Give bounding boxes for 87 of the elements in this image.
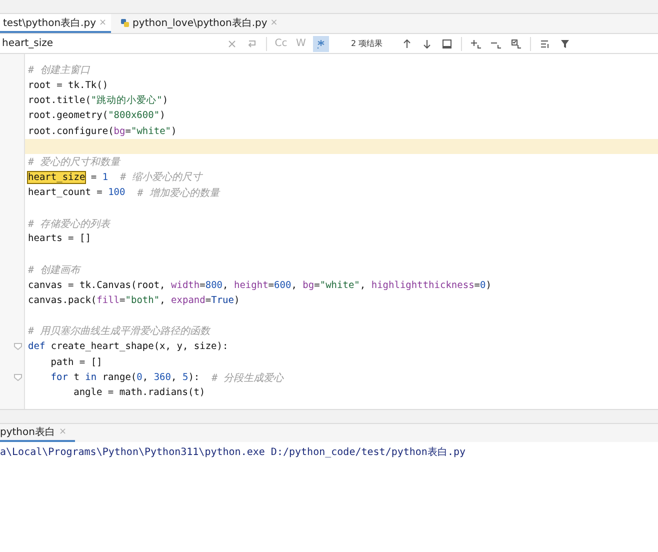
code-token: t: [72, 372, 80, 383]
code-token: 0: [136, 372, 142, 383]
code-token: ):: [188, 372, 200, 383]
code-comment: # 创建主窗口: [28, 64, 90, 77]
filter-icon: [560, 38, 570, 48]
code-token: ): [160, 110, 166, 122]
code-token: "both": [125, 295, 160, 306]
code-token: =: [200, 280, 206, 291]
code-token: expand: [171, 295, 206, 306]
code-token: ): [171, 126, 177, 137]
option-toggle[interactable]: Cc: [273, 36, 289, 52]
down-arrow-icon: [422, 38, 432, 48]
code-token: =: [90, 172, 98, 183]
code-token: hearts = []: [28, 233, 91, 244]
editor-tab[interactable]: python_love\python表白.py ×: [116, 14, 282, 33]
code-token: heart_count =: [28, 187, 104, 198]
code-token: root = tk.Tk(): [28, 80, 108, 91]
code-token: 1: [102, 172, 108, 183]
code-token: ,: [160, 295, 166, 306]
code-token: ,: [291, 280, 298, 291]
code-token: path = []: [50, 356, 102, 368]
code-token: angle = math.radians(t): [74, 387, 206, 398]
code-token: 360: [154, 372, 171, 383]
lines-icon: [540, 38, 550, 48]
code-token: True: [211, 295, 234, 306]
close-icon[interactable]: ×: [99, 18, 107, 28]
code-token: bg: [302, 280, 314, 291]
search-match: heart_size: [28, 172, 86, 183]
close-icon[interactable]: ×: [270, 18, 278, 28]
code-token: =: [120, 295, 126, 306]
editor-tab[interactable]: test\python表白.py ×: [0, 14, 111, 33]
code-token: root.configure(: [28, 126, 114, 137]
code-comment: # 用贝塞尔曲线生成平滑爱心路径的函数: [28, 324, 210, 338]
results-count: 2 项结果: [351, 38, 383, 49]
code-token: "800x600": [108, 110, 160, 122]
code-token: ): [162, 94, 168, 106]
code-token: def: [28, 341, 46, 352]
code-token: ,: [222, 280, 230, 291]
code-token: fill: [96, 295, 120, 306]
console-output: a\Local\Programs\Python\Python311\python.exe D:/python_code/test/python表白.py: [0, 446, 467, 459]
close-icon: [227, 38, 237, 48]
code-token: "white": [320, 280, 360, 291]
code-token: bg: [114, 126, 126, 137]
code-token: in: [85, 372, 97, 383]
code-token: 800: [205, 280, 223, 291]
code-token: root.title(: [28, 94, 91, 106]
asterisk-icon: [316, 38, 326, 48]
option-toggle[interactable]: W: [293, 36, 309, 52]
code-token: canvas = tk.Canvas(root,: [28, 280, 166, 291]
code-comment: # 增加爱心的数量: [136, 186, 220, 200]
code-comment: # 爱心的尺寸和数量: [28, 156, 120, 170]
code-token: =: [474, 280, 480, 291]
code-token: root.geometry(: [28, 110, 108, 122]
code-token: =: [205, 295, 212, 306]
return-arrow-icon: [247, 38, 257, 48]
code-token: 100: [108, 187, 126, 198]
regex-toggle[interactable]: [313, 36, 329, 52]
code-token: "跳动的小爱心": [90, 94, 162, 107]
checkbox-icon: [510, 38, 521, 48]
code-token: for: [50, 372, 68, 383]
close-icon[interactable]: ×: [58, 427, 67, 437]
code-token: ): [486, 280, 492, 291]
code-token: ,: [360, 280, 367, 291]
code-comment: # 创建画布: [28, 264, 80, 277]
code-token: ,: [142, 372, 150, 383]
code-token: ): [234, 295, 240, 306]
code-token: 5: [182, 372, 188, 383]
code-token: highlightthickness: [371, 280, 474, 291]
code-token: height: [234, 280, 268, 291]
code-token: =: [314, 280, 320, 291]
code-token: ,: [171, 372, 178, 383]
code-comment: # 存储爱心的列表: [28, 218, 110, 231]
code-token: 0: [480, 280, 486, 291]
code-token: "white": [130, 126, 172, 137]
code-token: width: [171, 280, 200, 291]
code-token: 600: [274, 280, 292, 291]
code-token: =: [268, 280, 274, 291]
code-token: range(: [101, 372, 137, 383]
code-comment: # 分段生成爱心: [210, 372, 284, 384]
code-token: create_heart_shape(x, y, size):: [50, 341, 228, 352]
run-tab[interactable]: python表白 ×: [0, 424, 75, 442]
code-comment: # 缩小爱心的尺寸: [119, 170, 202, 184]
up-arrow-icon: [402, 38, 412, 48]
window-icon: [442, 38, 452, 48]
plus-icon: [470, 38, 481, 48]
code-token: canvas.pack(: [28, 295, 97, 306]
code-token: =: [125, 126, 131, 137]
